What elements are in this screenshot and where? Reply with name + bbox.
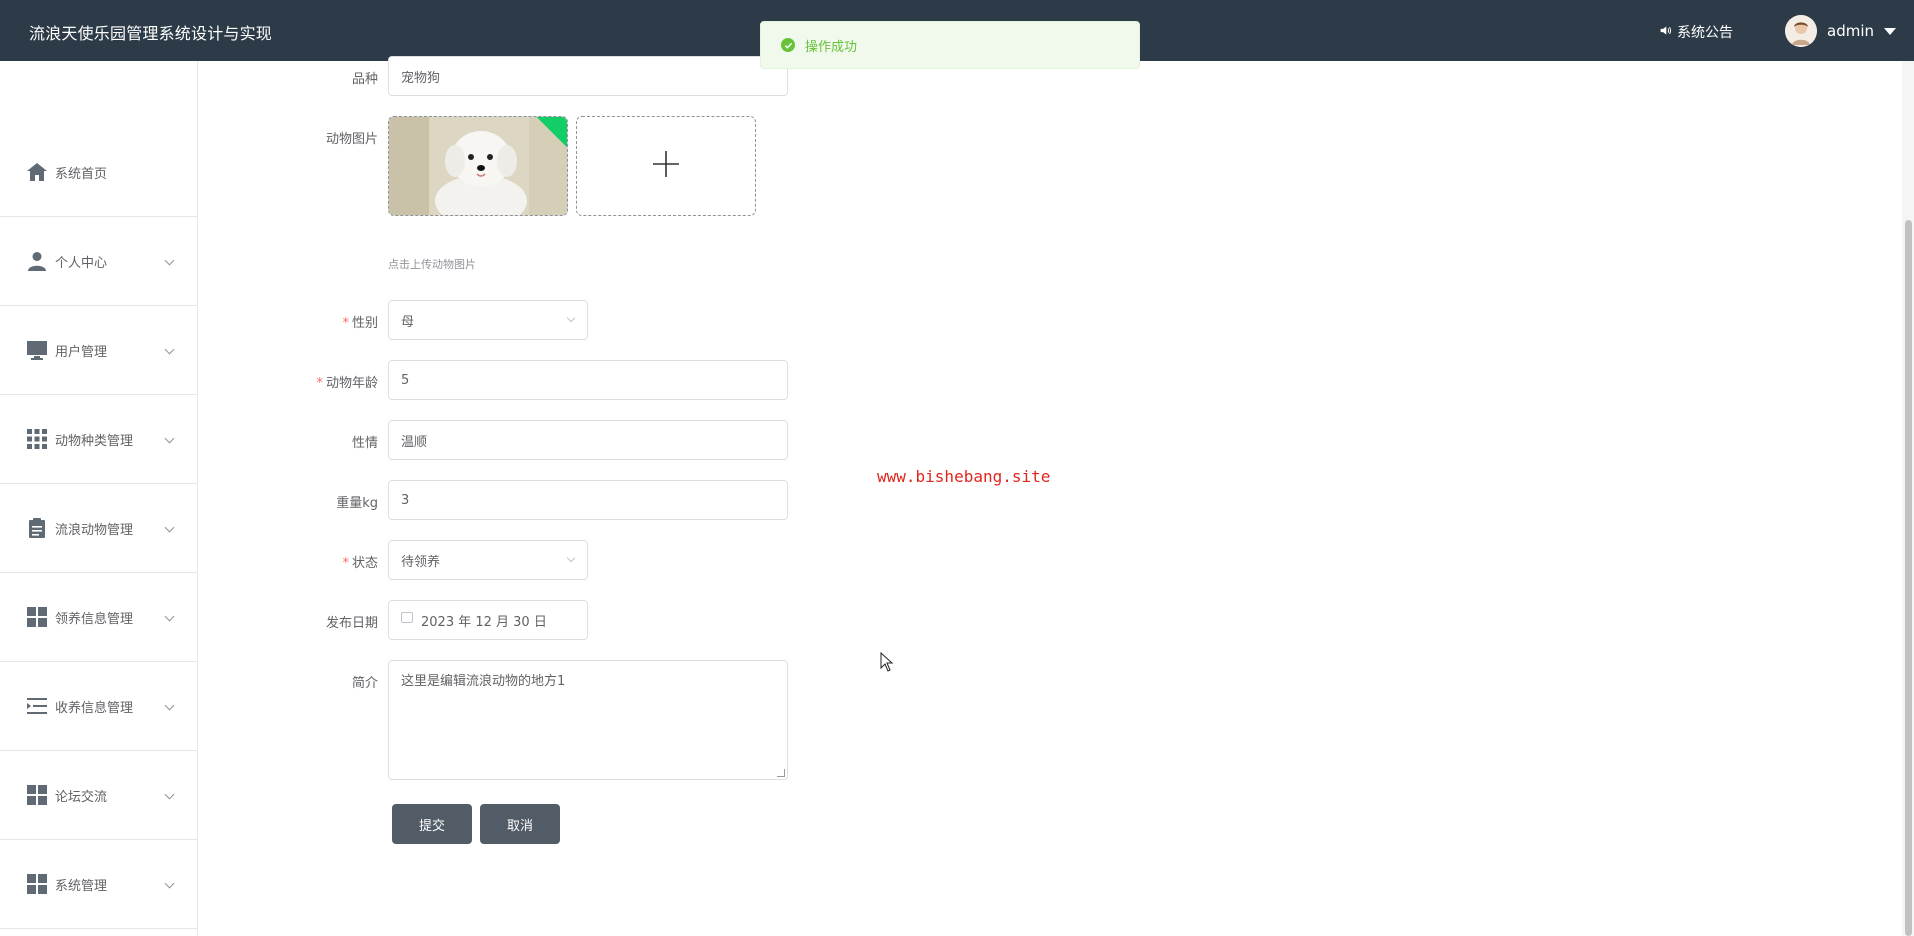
image-label: 动物图片 — [325, 132, 378, 147]
sidebar-item-label: 系统首页 — [55, 166, 108, 182]
puppy-photo — [389, 117, 567, 215]
avatar — [1785, 15, 1817, 47]
user-menu[interactable]: admin — [1785, 14, 1896, 48]
intro-textarea[interactable]: 这里是编辑流浪动物的地方1 — [388, 660, 788, 780]
clipboard-icon — [26, 517, 48, 539]
username: admin — [1827, 22, 1874, 40]
intro-label: 简介 — [351, 676, 378, 691]
sidebar-item-system-management[interactable]: 系统管理 — [0, 840, 197, 929]
status-label: * 状态 — [342, 556, 378, 571]
upload-tip: 点击上传动物图片 — [388, 258, 476, 271]
weight-label: 重量kg — [336, 496, 378, 511]
chevron-down-icon — [566, 313, 576, 323]
list-icon — [26, 695, 48, 717]
sidebar-item-stray-animal[interactable]: 流浪动物管理 — [0, 484, 197, 573]
date-label: 发布日期 — [325, 616, 378, 631]
check-circle-icon — [781, 38, 795, 52]
temper-field[interactable]: 温顺 — [388, 420, 788, 460]
breed-field[interactable]: 宠物狗 — [388, 56, 788, 96]
plus-icon — [652, 150, 680, 182]
tiles-icon — [26, 873, 48, 895]
sidebar-item-forum[interactable]: 论坛交流 — [0, 751, 197, 840]
chevron-down-icon — [164, 433, 175, 444]
weight-field[interactable]: 3 — [388, 480, 788, 520]
sidebar-item-foster-info[interactable]: 收养信息管理 — [0, 662, 197, 751]
status-value: 待领养 — [401, 554, 441, 570]
chevron-down-icon — [164, 611, 175, 622]
tiles-icon — [26, 606, 48, 628]
tiles-icon — [26, 784, 48, 806]
success-toast: 操作成功 — [760, 21, 1140, 69]
watermark: www.bishebang.site — [877, 467, 1051, 486]
gender-label: * 性别 — [342, 316, 378, 331]
temper-label: 性情 — [351, 436, 378, 451]
grid-icon — [26, 428, 48, 450]
user-icon — [26, 250, 48, 272]
scrollbar-thumb[interactable] — [1905, 220, 1912, 936]
toast-message: 操作成功 — [805, 39, 858, 55]
sidebar-item-label: 收养信息管理 — [55, 700, 134, 716]
chevron-down-icon — [164, 344, 175, 355]
breed-label: 品种 — [351, 72, 378, 87]
sidebar-item-adoption-info[interactable]: 领养信息管理 — [0, 573, 197, 662]
age-field[interactable]: 5 — [388, 360, 788, 400]
speaker-icon — [1659, 24, 1672, 41]
chevron-down-icon — [164, 700, 175, 711]
caret-down-icon — [1884, 27, 1896, 35]
home-icon — [26, 161, 48, 183]
submit-button[interactable]: 提交 — [392, 804, 472, 844]
sidebar-item-label: 流浪动物管理 — [55, 522, 134, 538]
sidebar-item-label: 用户管理 — [55, 344, 108, 360]
sidebar-item-label: 个人中心 — [55, 255, 108, 271]
sidebar-item-animal-category[interactable]: 动物种类管理 — [0, 395, 197, 484]
sidebar-item-label: 系统管理 — [55, 878, 108, 894]
sidebar-item-personal-center[interactable]: 个人中心 — [0, 217, 197, 306]
notice-label: 系统公告 — [1677, 25, 1733, 41]
system-notice-link[interactable]: 系统公告 — [1659, 22, 1733, 42]
calendar-icon — [401, 611, 413, 623]
sidebar-item-label: 论坛交流 — [55, 789, 108, 805]
resize-handle[interactable] — [777, 769, 785, 777]
intro-value: 这里是编辑流浪动物的地方1 — [401, 674, 566, 689]
gender-value: 母 — [401, 314, 415, 330]
cancel-button[interactable]: 取消 — [480, 804, 560, 844]
sidebar-item-label: 领养信息管理 — [55, 611, 134, 627]
date-value: 2023 年 12 月 30 日 — [421, 614, 547, 630]
sidebar-item-home[interactable]: 系统首页 — [0, 128, 197, 217]
sidebar-item-user-management[interactable]: 用户管理 — [0, 306, 197, 395]
chevron-down-icon — [164, 522, 175, 533]
chevron-down-icon — [164, 789, 175, 800]
publish-date-picker[interactable]: 2023 年 12 月 30 日 — [388, 600, 588, 640]
monitor-icon — [26, 339, 48, 361]
status-select[interactable]: 待领养 — [388, 540, 588, 580]
chevron-down-icon — [164, 255, 175, 266]
chevron-down-icon — [164, 878, 175, 889]
app-title: 流浪天使乐园管理系统设计与实现 — [29, 24, 273, 43]
image-upload-button[interactable] — [576, 116, 756, 216]
sidebar-item-label: 动物种类管理 — [55, 433, 134, 449]
chevron-down-icon — [566, 553, 576, 563]
animal-image-preview[interactable] — [388, 116, 568, 216]
sidebar: 系统首页 个人中心 用户管理 动物种类管理 流浪动物管理 领养信息管理 收养信息… — [0, 61, 198, 936]
age-label: * 动物年龄 — [316, 376, 378, 391]
gender-select[interactable]: 母 — [388, 300, 588, 340]
mouse-cursor-icon — [880, 651, 894, 676]
